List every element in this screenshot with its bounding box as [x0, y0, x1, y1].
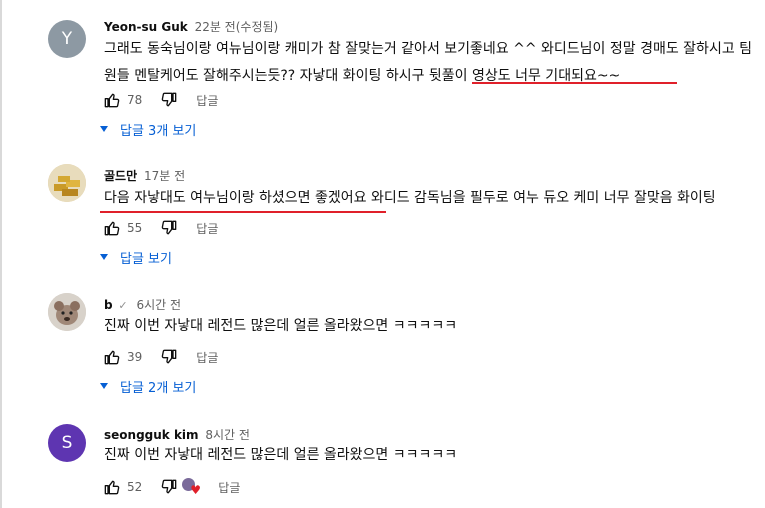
avatar[interactable] — [48, 293, 86, 331]
chevron-down-icon — [100, 254, 108, 260]
comment-header: b ✓ 6시간 전 — [104, 296, 181, 313]
comment-text: 진짜 이번 자낳대 레전드 많은데 얼른 올라왔으면 ㅋㅋㅋㅋㅋ — [104, 318, 458, 334]
left-frame-border — [0, 0, 2, 508]
thumbs-up-icon[interactable] — [103, 348, 121, 366]
avatar[interactable] — [48, 164, 86, 202]
avatar[interactable]: S — [48, 424, 86, 462]
heart-icon: ♥ — [190, 483, 202, 497]
comment-author[interactable]: 골드만 — [104, 169, 137, 183]
comment-time[interactable]: 8시간 전 — [205, 428, 250, 442]
comment-header: Yeon-su Guk 22분 전(수정됨) — [104, 18, 278, 35]
avatar-letter: S — [61, 433, 73, 453]
creator-heart-icon: ♥ — [182, 478, 202, 497]
comment-author[interactable]: b — [104, 298, 113, 312]
comment-author[interactable]: Yeon-su Guk — [104, 20, 188, 34]
view-replies-label: 답글 2개 보기 — [120, 380, 197, 396]
comment-actions: 52 ♥ 답글 — [103, 477, 240, 497]
annotation-underline — [100, 211, 386, 213]
comment-actions: 78 답글 — [103, 90, 218, 110]
gold-bars-avatar-image — [48, 164, 86, 202]
reply-button[interactable]: 답글 — [218, 479, 240, 496]
comment-header: seongguk kim 8시간 전 — [104, 426, 250, 443]
comment-text: 다음 자낳대도 여누님이랑 하셨으면 좋겠어요 와디드 감독님을 필두로 여누 … — [104, 190, 716, 206]
thumbs-down-icon[interactable] — [160, 91, 178, 109]
like-count: 52 — [127, 480, 143, 494]
reply-button[interactable]: 답글 — [196, 220, 218, 237]
comment-time[interactable]: 22분 전(수정됨) — [195, 20, 279, 34]
avatar-letter: Y — [61, 29, 73, 49]
comment-author[interactable]: seongguk kim — [104, 428, 199, 442]
thumbs-up-icon[interactable] — [103, 219, 121, 237]
thumbs-up-icon[interactable] — [103, 478, 121, 496]
like-count: 39 — [127, 350, 143, 364]
chevron-down-icon — [100, 126, 108, 132]
avatar[interactable]: Y — [48, 20, 86, 58]
comment-header: 골드만 17분 전 — [104, 167, 185, 184]
thumbs-up-icon[interactable] — [103, 91, 121, 109]
comment-text: 진짜 이번 자낳대 레전드 많은데 얼른 올라왔으면 ㅋㅋㅋㅋㅋ — [104, 447, 458, 463]
comment-time[interactable]: 17분 전 — [144, 169, 185, 183]
thumbs-down-icon[interactable] — [160, 348, 178, 366]
comment-actions: 39 답글 — [103, 347, 218, 367]
view-replies-label: 답글 3개 보기 — [120, 123, 197, 139]
view-replies-label: 답글 보기 — [120, 251, 172, 267]
comment-time[interactable]: 6시간 전 — [136, 298, 181, 312]
checkmark-icon: ✓ — [118, 299, 128, 312]
chevron-down-icon — [100, 383, 108, 389]
thumbs-down-icon[interactable] — [160, 478, 178, 496]
thumbs-down-icon[interactable] — [160, 219, 178, 237]
annotation-underline — [472, 82, 677, 84]
view-replies-button[interactable]: 답글 2개 보기 — [100, 376, 196, 396]
reply-button[interactable]: 답글 — [196, 92, 218, 109]
view-replies-button[interactable]: 답글 보기 — [100, 247, 172, 267]
comment-actions: 55 답글 — [103, 218, 218, 238]
like-count: 55 — [127, 221, 143, 235]
dog-avatar-image — [48, 293, 86, 331]
like-count: 78 — [127, 93, 143, 107]
reply-button[interactable]: 답글 — [196, 349, 218, 366]
view-replies-button[interactable]: 답글 3개 보기 — [100, 119, 196, 139]
